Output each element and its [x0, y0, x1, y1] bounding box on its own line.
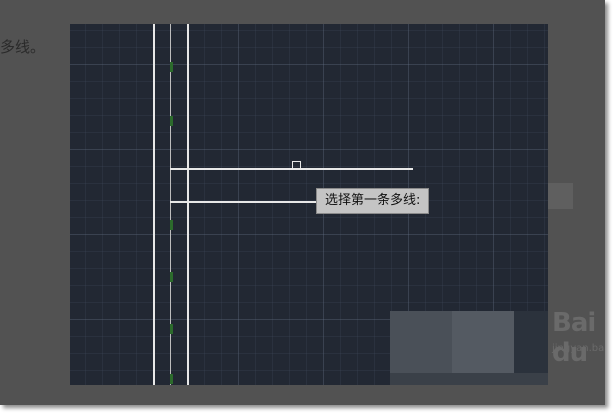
- background-button: [548, 183, 573, 209]
- centerline-dash: [170, 324, 173, 334]
- centerline-dash: [170, 374, 173, 384]
- screenshot-frame: 多线。 Bai du jingyan.baidu 选择第一条多线:: [0, 0, 605, 405]
- command-prompt-tooltip: 选择第一条多线:: [316, 188, 430, 214]
- background-text: 多线。: [0, 38, 46, 56]
- centerline-dash: [170, 220, 173, 230]
- baidu-watermark-url: jingyan.baidu: [552, 343, 605, 354]
- blurred-overlay-tile: [514, 311, 548, 373]
- blurred-overlay-tile: [390, 373, 548, 385]
- centerline-dash: [170, 116, 173, 126]
- blurred-overlay-tile: [452, 311, 514, 373]
- mline-horizontal-bottom[interactable]: [170, 201, 316, 203]
- blurred-overlay-tile: [390, 311, 452, 373]
- mline-vertical-left[interactable]: [153, 24, 155, 385]
- baidu-watermark-logo: Bai du: [552, 308, 596, 368]
- mline-vertical-right[interactable]: [187, 24, 189, 385]
- cad-drawing-canvas[interactable]: 选择第一条多线:: [70, 24, 548, 385]
- centerline-dash: [170, 272, 173, 282]
- centerline-dash: [170, 62, 173, 72]
- pickbox-cursor-icon: [292, 161, 301, 170]
